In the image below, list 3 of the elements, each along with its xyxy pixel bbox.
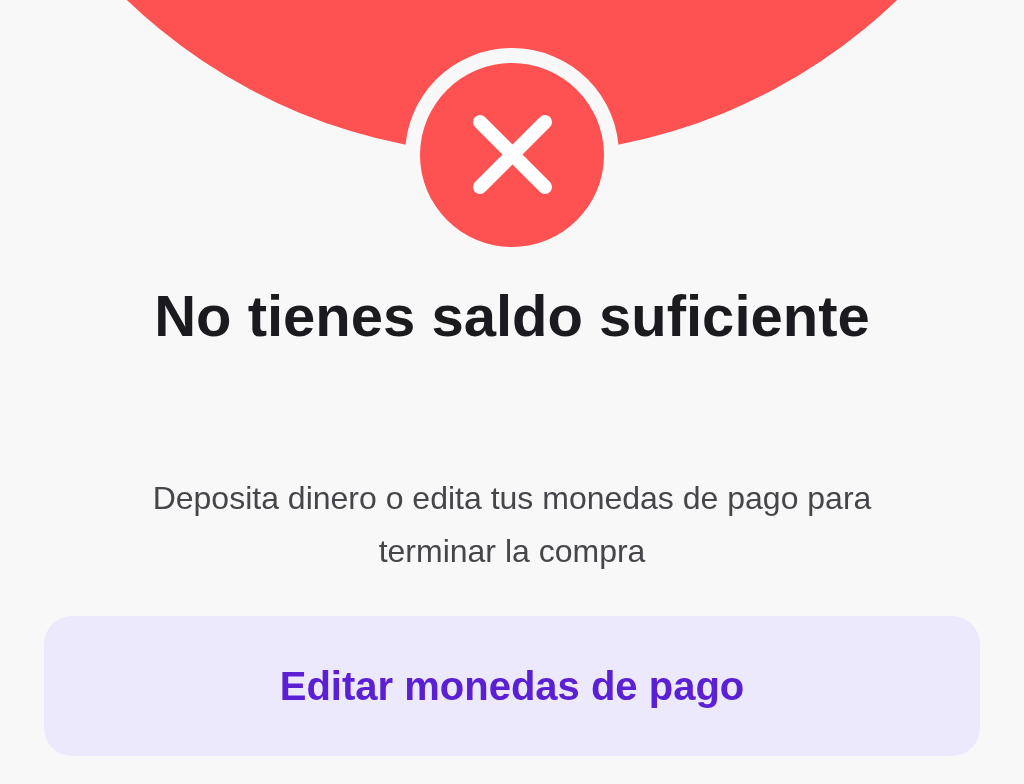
title: No tienes saldo suficiente (154, 282, 870, 350)
message: Deposita dinero o edita tus monedas de pago para terminar la compra (151, 479, 873, 571)
edit-currencies-button[interactable]: Editar monedas de pago (44, 616, 980, 756)
